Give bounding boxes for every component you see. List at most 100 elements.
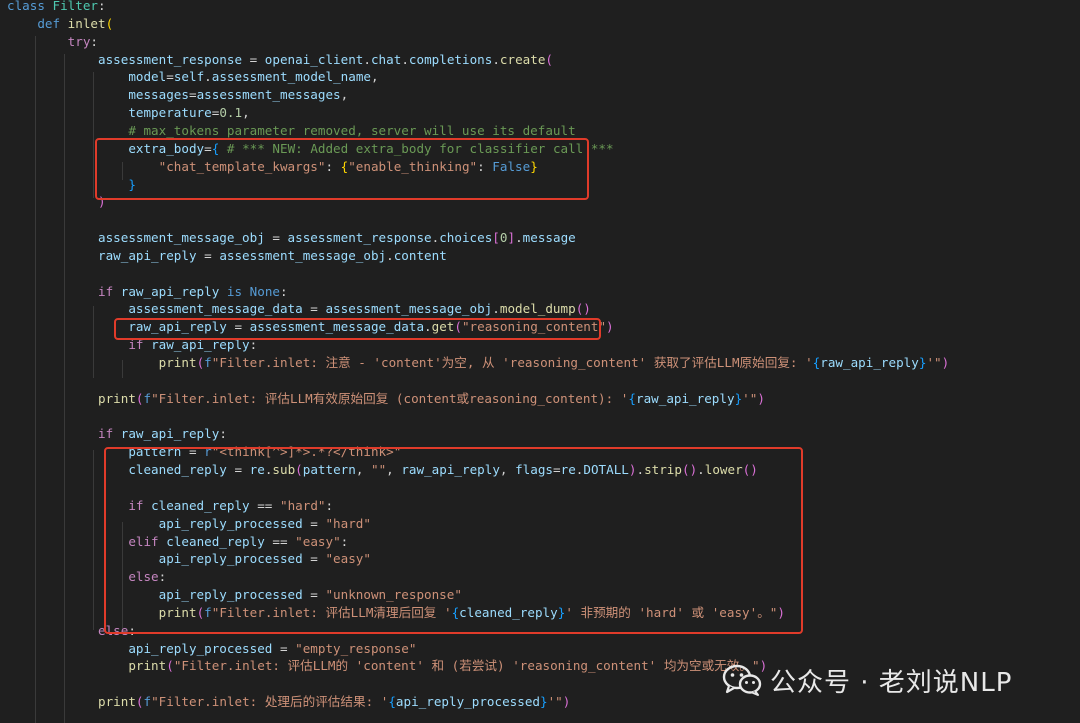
code-line[interactable]: cleaned_reply = re. sub(pattern, "", raw_… [7, 461, 1080, 479]
code-token: , [371, 69, 379, 85]
code-line[interactable]: api_reply_processed = "easy" [7, 550, 1080, 568]
code-token: = [196, 247, 220, 263]
code-line[interactable]: if cleaned_reply == "hard": [7, 497, 1080, 515]
code-token: ( [166, 658, 174, 674]
code-token: flags [515, 462, 554, 478]
code-token: . [636, 462, 645, 478]
code-token: raw_api_reply [120, 283, 220, 299]
code-line[interactable]: class Filter: [7, 0, 1080, 15]
code-line[interactable]: else: [7, 568, 1080, 586]
code-token: ( [454, 319, 462, 335]
code-token: f [204, 604, 212, 620]
code-token: [ [492, 230, 500, 246]
code-line[interactable]: if raw_api_reply is None: [7, 283, 1080, 301]
code-token: cleaned_reply [7, 462, 227, 478]
code-token: } [539, 694, 548, 710]
code-token: openai_client [264, 51, 364, 67]
code-line[interactable]: api_reply_processed = "hard" [7, 515, 1080, 533]
code-token: "easy" [325, 551, 371, 567]
code-token: print [7, 355, 197, 370]
code-token: print [7, 604, 197, 620]
code-line[interactable]: if raw_api_reply: [7, 336, 1080, 354]
code-line[interactable] [7, 211, 1080, 229]
code-line[interactable]: temperature=0.1, [7, 104, 1080, 122]
code-token: message [522, 230, 576, 246]
code-token: api_reply_processed [7, 640, 273, 656]
code-token: "Filter.inlet: 评估LLM的 'content' 和 (若尝试) … [173, 658, 760, 674]
code-token: if [7, 283, 121, 299]
code-token: = [226, 319, 250, 335]
code-token: ) [606, 319, 614, 335]
code-line[interactable]: elif cleaned_reply == "easy": [7, 533, 1080, 551]
code-line[interactable]: ) [7, 193, 1080, 211]
code-token: None [249, 283, 280, 299]
code-line[interactable]: if raw_api_reply: [7, 425, 1080, 443]
code-line[interactable]: pattern = r"<think[^>]*>.*?</think>" [7, 443, 1080, 461]
code-token: = [302, 515, 326, 531]
code-line[interactable]: raw_api_reply = assessment_message_obj.c… [7, 247, 1080, 265]
code-token: = [204, 140, 212, 156]
code-line[interactable]: } [7, 176, 1080, 194]
code-token: ] [507, 230, 516, 246]
code-token: lower [704, 462, 743, 478]
code-token: completions [408, 51, 493, 67]
code-line[interactable]: api_reply_processed = "unknown_response" [7, 586, 1080, 604]
code-token: assessment_message_obj [219, 247, 387, 263]
code-editor[interactable]: class Filter: def inlet( try: assessment… [0, 0, 1080, 723]
code-line[interactable]: "chat_template_kwargs": {"enable_thinkin… [7, 158, 1080, 176]
code-line[interactable]: else: [7, 622, 1080, 640]
code-token: () [575, 301, 591, 317]
code-line[interactable]: assessment_message_data = assessment_mes… [7, 300, 1080, 318]
code-line[interactable]: extra_body={ # *** NEW: Added extra_body… [7, 140, 1080, 158]
code-token: r [204, 444, 212, 460]
code-token: "Filter.inlet: 评估LLM有效原始回复 (content或reas… [151, 390, 629, 406]
code-line[interactable]: # max_tokens parameter removed, server w… [7, 122, 1080, 140]
code-line[interactable] [7, 265, 1080, 283]
code-token: : [128, 622, 136, 638]
code-token: "enable_thinking" [348, 158, 478, 174]
code-token: api_reply_processed [395, 694, 540, 710]
code-line[interactable]: print(f"Filter.inlet: 评估LLM有效原始回复 (conte… [7, 390, 1080, 408]
code-token: : [325, 158, 341, 174]
code-token: raw_api_reply [120, 426, 220, 442]
code-token: , [340, 87, 349, 103]
code-token: raw_api_reply [820, 355, 919, 370]
code-line[interactable]: assessment_response = openai_client.chat… [7, 51, 1080, 69]
code-token: api_reply_processed [7, 551, 303, 567]
code-token: temperature [7, 105, 212, 121]
code-token: "chat_template_kwargs" [7, 158, 326, 174]
code-token: { [628, 390, 636, 406]
code-line[interactable]: def inlet( [7, 15, 1080, 33]
code-line[interactable]: try: [7, 33, 1080, 51]
code-line[interactable]: print(f"Filter.inlet: 注意 - 'content'为空, … [7, 354, 1080, 372]
code-line[interactable] [7, 372, 1080, 390]
code-token: is [219, 283, 250, 299]
code-token: == [264, 533, 296, 549]
code-token: def [7, 15, 68, 31]
code-token: print [7, 694, 136, 710]
code-token: = [302, 587, 326, 603]
code-token: else [7, 622, 129, 638]
code-line[interactable]: model=self.assessment_model_name, [7, 68, 1080, 86]
code-token: assessment_response [7, 51, 243, 67]
code-token: assessment_message_obj [7, 230, 265, 246]
code-token: assessment_message_data [7, 301, 303, 317]
code-token: assessment_message_data [249, 319, 425, 335]
code-token: ' 非预期的 'hard' 或 'easy'。" [565, 604, 778, 620]
code-token: : [325, 497, 334, 513]
code-token: "easy" [295, 533, 341, 549]
code-token: . [515, 230, 523, 246]
code-token: ) [7, 194, 106, 210]
code-line[interactable] [7, 479, 1080, 497]
code-line[interactable] [7, 408, 1080, 426]
code-line[interactable]: raw_api_reply = assessment_message_data.… [7, 318, 1080, 336]
code-token: class [7, 0, 53, 13]
code-line[interactable]: assessment_message_obj = assessment_resp… [7, 229, 1080, 247]
code-token: ( [105, 15, 114, 31]
code-token: if [7, 337, 152, 353]
code-token: print [7, 658, 167, 674]
code-token: try [7, 33, 91, 49]
code-line[interactable]: api_reply_processed = "empty_response" [7, 640, 1080, 658]
code-line[interactable]: print(f"Filter.inlet: 评估LLM清理后回复 '{clean… [7, 604, 1080, 622]
code-line[interactable]: messages=assessment_messages, [7, 86, 1080, 104]
